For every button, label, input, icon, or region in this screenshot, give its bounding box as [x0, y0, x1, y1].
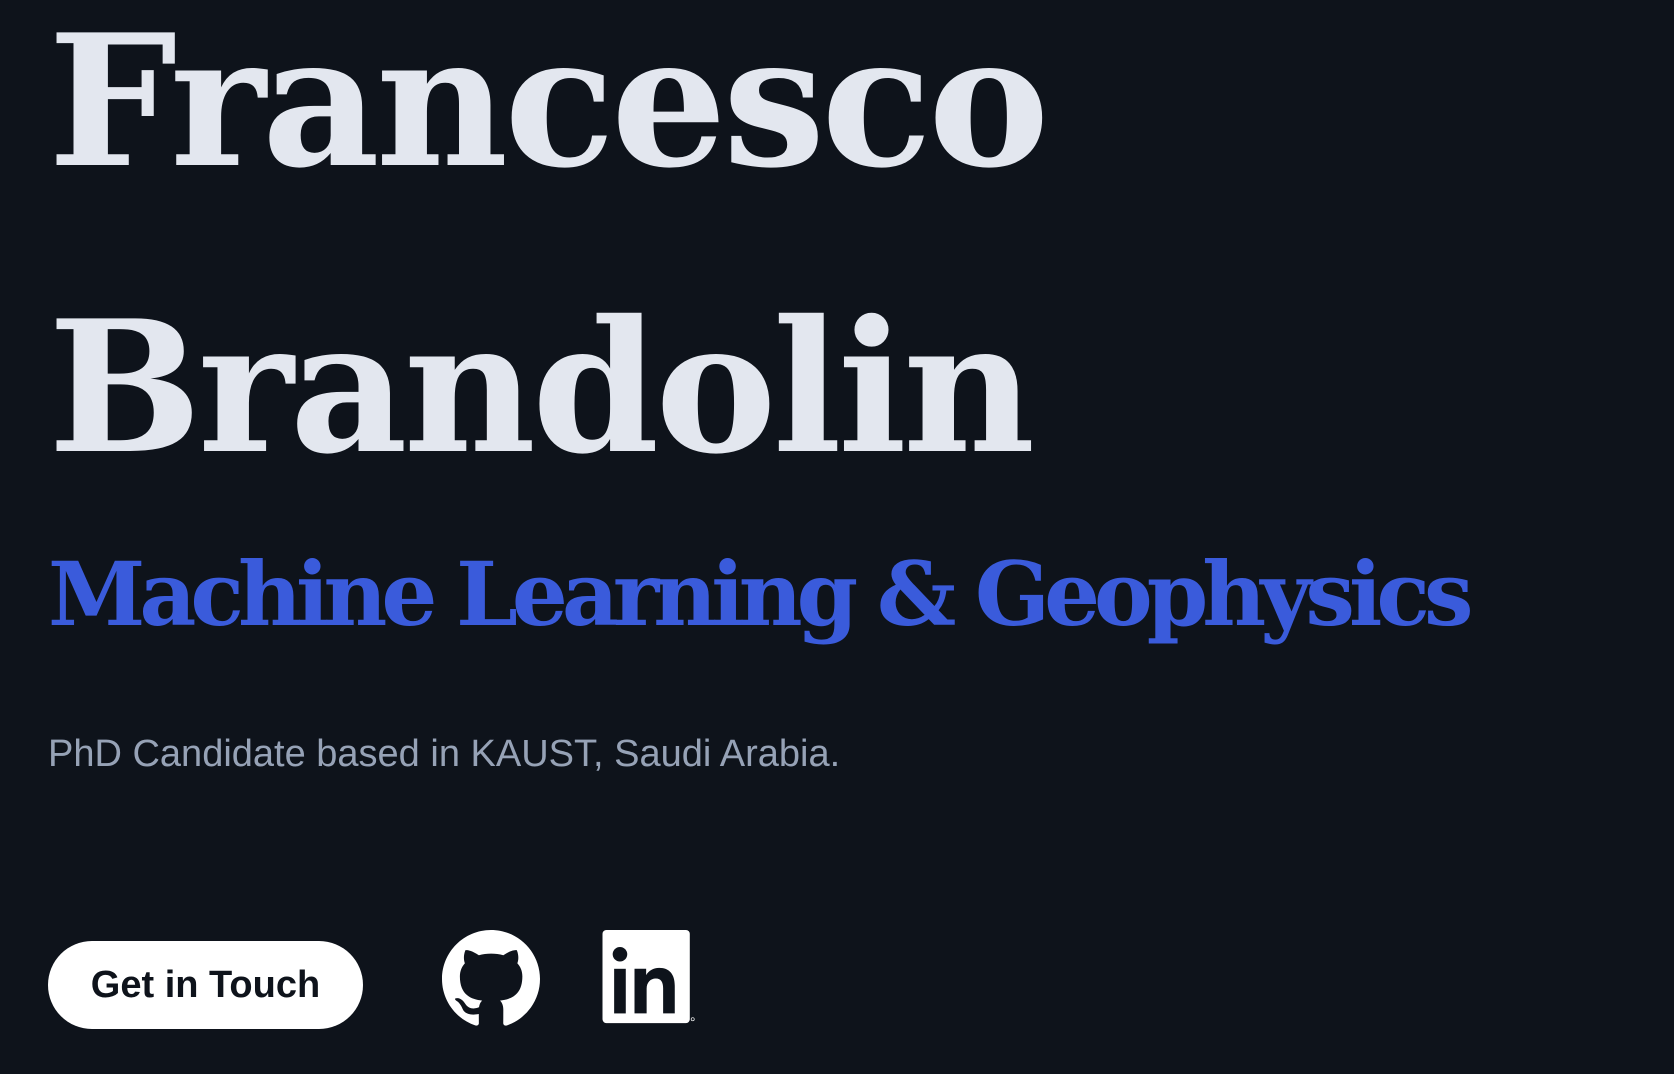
linkedin-icon	[602, 930, 695, 1024]
github-link[interactable]	[442, 929, 540, 1029]
tagline: Machine Learning & Geophysics	[48, 542, 1473, 646]
bio-text: PhD Candidate based in KAUST, Saudi Arab…	[48, 733, 841, 775]
name-last-line: Brandolin	[48, 280, 1035, 494]
actions-row: Get in Touch	[48, 929, 848, 1029]
github-icon	[442, 930, 540, 1026]
linkedin-link[interactable]	[602, 930, 700, 1027]
hero-section: Francesco Brandolin Machine Learning & G…	[48, 0, 1548, 1074]
get-in-touch-button[interactable]: Get in Touch	[48, 941, 363, 1029]
name-first-line: Francesco	[48, 0, 1049, 208]
